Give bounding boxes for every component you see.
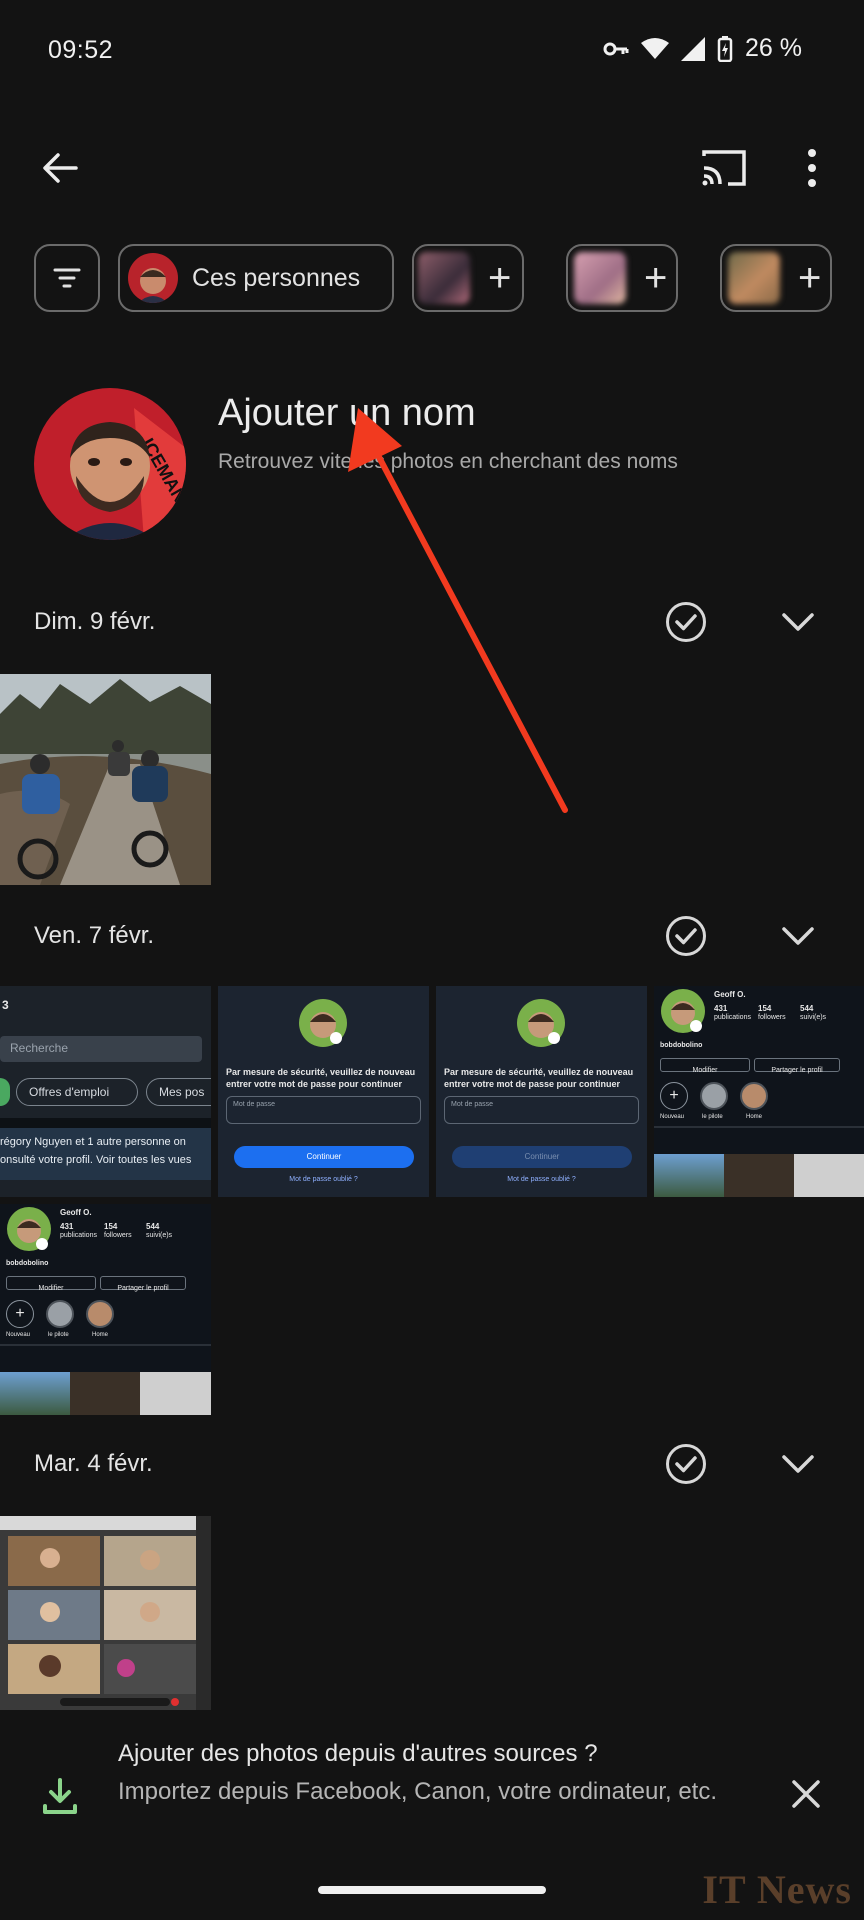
password-field: Mot de passe [226,1096,421,1124]
linkedin-notification: régory Nguyen et 1 autre personne on ons… [0,1128,211,1180]
add-person-chip-2[interactable]: + [566,244,678,312]
back-button[interactable] [30,138,90,198]
more-options-button[interactable] [782,138,842,198]
import-banner-subtitle: Importez depuis Facebook, Canon, votre o… [118,1778,718,1805]
section-date-3: Mar. 4 févr. [34,1450,153,1477]
top-app-bar [0,130,864,210]
status-bar: 09:52 26 % [0,0,864,104]
signal-icon [681,36,706,61]
person-cover-avatar[interactable]: ICEMAN [34,388,186,540]
continue-button-disabled: Continuer [452,1146,632,1168]
photo-video-call[interactable] [0,1516,211,1710]
photo-instagram-profile-1[interactable]: Geoff O. 431 publications 154 followers … [654,986,864,1197]
section-date-1: Dim. 9 févr. [34,608,156,635]
watermark-logo: IT News [702,1867,852,1912]
home-indicator[interactable] [318,1886,546,1894]
cast-button[interactable] [694,138,754,198]
password-field: Mot de passe [444,1096,639,1124]
add-person-chip-3[interactable]: + [720,244,832,312]
people-chip-selected[interactable]: Ces personnes [118,244,394,312]
profile-avatar-icon [299,999,347,1047]
photo-instagram-login-2[interactable]: Par mesure de sécurité, veuillez de nouv… [436,986,647,1197]
check-circle-icon [666,1444,706,1484]
status-time: 09:52 [48,36,114,64]
select-day-button-1[interactable] [660,596,712,648]
annotation-arrow-icon [348,408,568,813]
import-banner-title[interactable]: Ajouter des photos depuis d'autres sourc… [118,1740,598,1768]
linkedin-posts-chip: Mes pos [146,1078,211,1106]
plus-icon: + [798,256,822,300]
expand-day-button-3[interactable] [772,1438,824,1490]
download-icon [36,1772,84,1820]
close-banner-button[interactable] [780,1768,832,1820]
expand-day-button-1[interactable] [772,596,824,648]
chevron-down-icon [782,613,814,631]
photo-instagram-profile-2[interactable]: Geoff O. 431 publications 154 followers … [0,1204,211,1415]
people-chip-label: Ces personnes [192,263,361,292]
blurred-face-thumbnail [728,252,780,304]
add-person-chip-1[interactable]: + [412,244,524,312]
photo-bikers[interactable] [0,674,211,885]
profile-avatar-icon [517,999,565,1047]
section-date-2: Ven. 7 févr. [34,922,155,949]
arrow-left-icon [43,153,78,183]
profile-avatar-icon [661,989,705,1033]
profile-avatar-icon [7,1207,51,1251]
status-icons: 26 % [603,34,802,63]
battery-percent: 26 % [745,34,802,62]
chevron-down-icon [782,927,814,945]
select-day-button-2[interactable] [660,910,712,962]
check-circle-icon [666,916,706,956]
linkedin-search-bar: Recherche [0,1036,202,1062]
person-avatar [128,253,178,303]
check-circle-icon [666,602,706,642]
battery-icon [717,35,733,62]
linkedin-jobs-chip: Offres d'emploi [16,1078,138,1106]
plus-icon: + [488,256,512,300]
photo-linkedin-screenshot[interactable]: 3 Recherche Offres d'emploi Mes pos régo… [0,986,211,1197]
select-day-button-3[interactable] [660,1438,712,1490]
filter-chip[interactable] [34,244,100,312]
continue-button: Continuer [234,1146,414,1168]
blurred-face-thumbnail [418,252,470,304]
expand-day-button-2[interactable] [772,910,824,962]
chevron-down-icon [782,1455,814,1473]
wifi-icon [641,37,670,59]
people-chips-row: Ces personnes + + + [34,244,864,312]
more-vert-icon [808,149,816,187]
cast-icon [702,150,746,186]
photo-instagram-login-1[interactable]: Par mesure de sécurité, veuillez de nouv… [218,986,429,1197]
filter-icon [53,268,81,288]
vpn-key-icon [603,42,629,55]
blurred-face-thumbnail [574,252,626,304]
plus-icon: + [644,256,668,300]
close-icon [792,1780,820,1808]
